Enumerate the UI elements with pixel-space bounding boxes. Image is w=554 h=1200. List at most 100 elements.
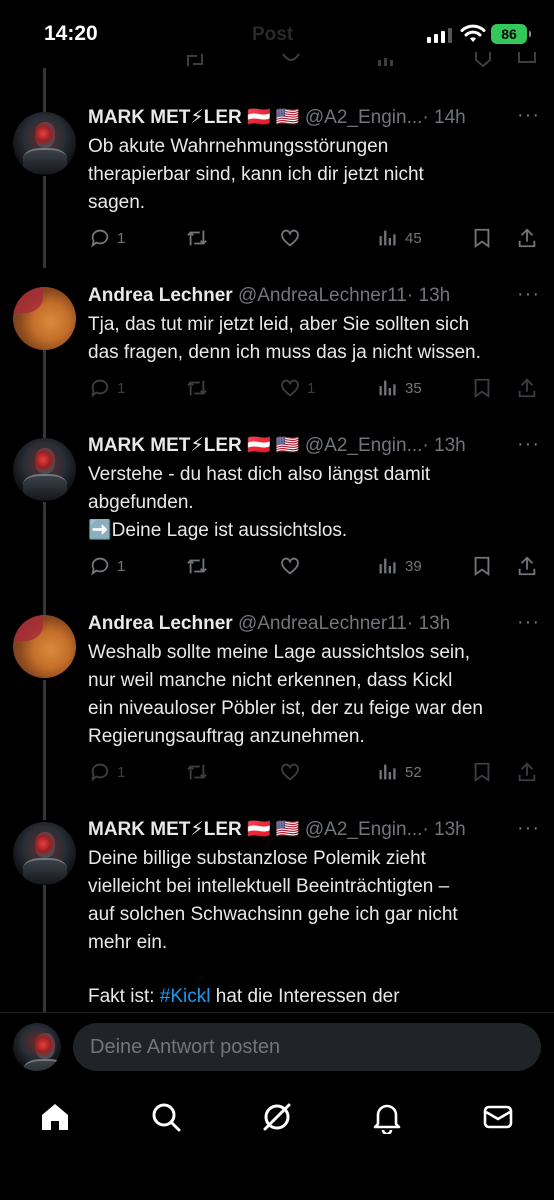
reply-icon: [91, 379, 109, 398]
reply-icon: [91, 763, 109, 782]
nav-search[interactable]: [149, 1100, 183, 1134]
tweet-header: MARK MET⚡LER 🇦🇹 🇺🇸 @A2_Engin...· 14h: [88, 106, 466, 130]
tweet-text-continued: Fakt ist: #Kickl hat die Interessen der: [88, 986, 400, 1007]
repost-icon: [187, 558, 207, 574]
views-icon: [379, 380, 396, 396]
nav-grok[interactable]: [260, 1100, 294, 1134]
like-count: 1: [307, 379, 316, 397]
bookmark-icon: [475, 52, 491, 68]
bookmark-button[interactable]: [471, 555, 493, 577]
faded-page-title: Post: [252, 24, 294, 45]
bookmark-button[interactable]: [471, 227, 493, 249]
repost-icon: [187, 54, 203, 66]
views-count: 45: [405, 229, 422, 247]
views-button[interactable]: 39: [377, 555, 422, 577]
cellular-signal-icon: [427, 27, 452, 43]
more-options-icon[interactable]: ···: [517, 283, 540, 306]
messages-icon: [483, 1105, 513, 1129]
like-button[interactable]: 1: [279, 377, 315, 399]
share-icon: [518, 228, 536, 248]
heart-icon: [281, 557, 299, 575]
tweet-actions: 1 52: [0, 761, 554, 785]
nav-messages[interactable]: [481, 1100, 515, 1134]
share-button[interactable]: [516, 227, 538, 249]
heart-icon: [281, 763, 299, 781]
like-icon: [282, 53, 300, 61]
bookmark-button[interactable]: [471, 377, 493, 399]
like-button[interactable]: [279, 555, 301, 577]
author-handle[interactable]: @A2_Engin...: [305, 107, 423, 128]
views-icon: [379, 230, 396, 246]
bookmark-icon: [474, 556, 490, 577]
tweet-time: · 13h: [422, 819, 466, 840]
views-button[interactable]: 35: [377, 377, 422, 399]
avatar[interactable]: [13, 287, 76, 350]
more-options-icon[interactable]: ···: [517, 433, 540, 456]
reply-count: 1: [117, 229, 126, 247]
home-icon: [42, 1104, 68, 1130]
tweet-actions: 1 1 35: [0, 377, 554, 401]
reply-count: 1: [117, 379, 126, 397]
author-name[interactable]: MARK MET⚡LER 🇦🇹 🇺🇸: [88, 819, 300, 840]
bookmark-button[interactable]: [471, 761, 493, 783]
reply-bar: Deine Antwort posten: [0, 1012, 554, 1080]
tweet-header: Andrea Lechner @AndreaLechner11· 13h: [88, 612, 450, 636]
share-icon: [518, 556, 536, 576]
thread-connector: [43, 885, 46, 1012]
more-options-icon[interactable]: ···: [517, 104, 540, 127]
heart-icon: [281, 229, 299, 247]
reply-button[interactable]: 1: [89, 377, 125, 399]
reply-input[interactable]: Deine Antwort posten: [73, 1023, 541, 1071]
tweet-actions: 1 45: [0, 227, 554, 251]
avatar: [13, 1023, 61, 1071]
avatar[interactable]: [13, 615, 76, 678]
repost-button[interactable]: [186, 761, 208, 783]
like-button[interactable]: [279, 227, 301, 249]
share-button[interactable]: [516, 377, 538, 399]
battery-level: 86: [501, 26, 517, 42]
author-handle[interactable]: @AndreaLechner11: [238, 285, 407, 306]
repost-button[interactable]: [186, 227, 208, 249]
more-options-icon[interactable]: ···: [517, 611, 540, 634]
reply-icon: [91, 229, 109, 248]
tweet-time: · 13h: [406, 285, 451, 306]
thread-connector: [43, 680, 46, 820]
repost-button[interactable]: [186, 377, 208, 399]
views-count: 39: [405, 557, 422, 575]
repost-button[interactable]: [186, 555, 208, 577]
author-handle[interactable]: @A2_Engin...: [305, 819, 423, 840]
avatar[interactable]: [13, 438, 76, 501]
hashtag-link[interactable]: #Kickl: [160, 986, 211, 1007]
author-handle[interactable]: @A2_Engin...: [305, 435, 423, 456]
views-button[interactable]: 45: [377, 227, 422, 249]
tweet-time: · 14h: [422, 107, 466, 128]
nav-notifications[interactable]: [370, 1100, 404, 1136]
avatar[interactable]: [13, 112, 76, 175]
share-icon: [518, 378, 536, 398]
repost-icon: [187, 230, 207, 246]
repost-icon: [187, 380, 207, 396]
like-button[interactable]: [279, 761, 301, 783]
views-button[interactable]: 52: [377, 761, 422, 783]
reply-button[interactable]: 1: [89, 761, 125, 783]
share-button[interactable]: [516, 555, 538, 577]
nav-home[interactable]: [38, 1100, 72, 1134]
reply-button[interactable]: 1: [89, 555, 125, 577]
tweet-header: MARK MET⚡LER 🇦🇹 🇺🇸 @A2_Engin...· 13h: [88, 818, 466, 842]
share-button[interactable]: [516, 761, 538, 783]
author-handle[interactable]: @AndreaLechner11: [238, 613, 407, 634]
tweet-text: Ob akute Wahrnehmungsstörungen therapier…: [88, 136, 424, 213]
more-options-icon[interactable]: ···: [517, 817, 540, 840]
author-name[interactable]: MARK MET⚡LER 🇦🇹 🇺🇸: [88, 435, 300, 456]
thread-connector: [43, 176, 46, 268]
tweet-text: Verstehe - du hast dich also längst dami…: [88, 464, 431, 541]
avatar[interactable]: [13, 822, 76, 885]
author-name[interactable]: Andrea Lechner: [88, 285, 233, 306]
views-icon: [379, 764, 396, 780]
tweet-time: · 13h: [422, 435, 466, 456]
heart-icon: [281, 379, 299, 397]
author-name[interactable]: MARK MET⚡LER 🇦🇹 🇺🇸: [88, 107, 300, 128]
author-name[interactable]: Andrea Lechner: [88, 613, 233, 634]
reply-button[interactable]: 1: [89, 227, 125, 249]
reply-icon: [91, 557, 109, 576]
